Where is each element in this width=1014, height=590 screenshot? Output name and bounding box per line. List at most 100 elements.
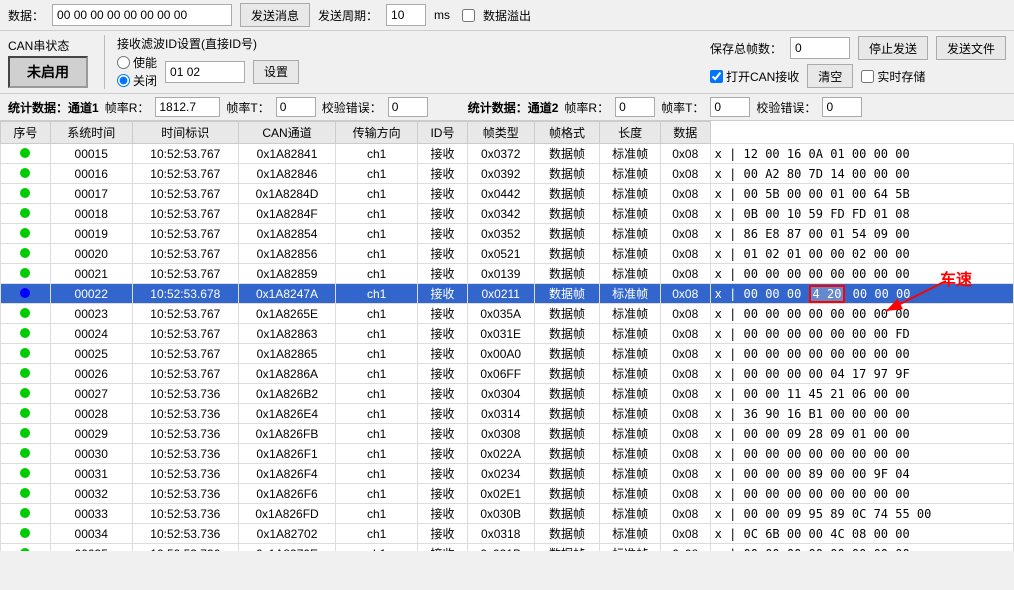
table-body[interactable]: 0001510:52:53.7670x1A82841ch1接收0x0372数据帧…: [1, 144, 1014, 552]
cell-长度: 标准帧: [600, 324, 660, 344]
table-row[interactable]: 0001910:52:53.7670x1A82854ch1接收0x0352数据帧…: [1, 224, 1014, 244]
cell-数据: 0x08: [660, 204, 710, 224]
col-header-系统时间: 系统时间: [50, 122, 132, 144]
table-row[interactable]: 0002910:52:53.7360x1A826FBch1接收0x0308数据帧…: [1, 424, 1014, 444]
send-period-unit: ms: [434, 8, 450, 22]
status-dot: [20, 288, 30, 298]
cell-data: x | 86 E8 87 00 01 54 09 00: [710, 224, 1013, 244]
cell-帧格式: 数据帧: [534, 504, 600, 524]
cell-系统时间: 00016: [50, 164, 132, 184]
cell-长度: 标准帧: [600, 504, 660, 524]
send-data-input[interactable]: [52, 4, 232, 26]
cell-CAN通道: 0x1A82863: [238, 324, 335, 344]
cell-系统时间: 00024: [50, 324, 132, 344]
stats1-error-label: 校验错误：: [322, 99, 382, 116]
cell-数据: 0x08: [660, 484, 710, 504]
cell-数据: 0x08: [660, 364, 710, 384]
table-row[interactable]: 0003210:52:53.7360x1A826F6ch1接收0x02E1数据帧…: [1, 484, 1014, 504]
cell-ID号: 接收: [418, 144, 468, 164]
cell-长度: 标准帧: [600, 184, 660, 204]
table-row[interactable]: 0001610:52:53.7670x1A82846ch1接收0x0392数据帧…: [1, 164, 1014, 184]
table-row[interactable]: 0002410:52:53.7670x1A82863ch1接收0x031E数据帧…: [1, 324, 1014, 344]
cell-数据: 0x08: [660, 504, 710, 524]
filter-enable-label[interactable]: 使能: [117, 54, 157, 71]
cell-传输方向: ch1: [336, 264, 418, 284]
stats2-frame-r-value: [615, 97, 655, 117]
cell-data: x | 00 00 00 00 04 17 97 9F: [710, 364, 1013, 384]
table-row[interactable]: 0003110:52:53.7360x1A826F4ch1接收0x0234数据帧…: [1, 464, 1014, 484]
table-row[interactable]: 0003310:52:53.7360x1A826FDch1接收0x030B数据帧…: [1, 504, 1014, 524]
send-file-btn[interactable]: 发送文件: [936, 36, 1006, 60]
cell-帧类型: 0x0392: [467, 164, 534, 184]
cell-长度: 标准帧: [600, 404, 660, 424]
cell-长度: 标准帧: [600, 464, 660, 484]
cell-长度: 标准帧: [600, 544, 660, 552]
filter-enable-radio[interactable]: [117, 56, 130, 69]
cell-系统时间: 00032: [50, 484, 132, 504]
cell-data: x | 0C 6B 00 00 4C 08 00 00: [710, 524, 1013, 544]
send-message-btn[interactable]: 发送消息: [240, 3, 310, 27]
table-row[interactable]: 0002110:52:53.7670x1A82859ch1接收0x0139数据帧…: [1, 264, 1014, 284]
cell-ID号: 接收: [418, 544, 468, 552]
table-row[interactable]: 0002810:52:53.7360x1A826E4ch1接收0x0314数据帧…: [1, 404, 1014, 424]
table-row[interactable]: 0002310:52:53.7670x1A8265Ech1接收0x035A数据帧…: [1, 304, 1014, 324]
table-row[interactable]: 0002210:52:53.6780x1A8247Ach1接收0x0211数据帧…: [1, 284, 1014, 304]
cell-ID号: 接收: [418, 324, 468, 344]
cell-data: x | 36 90 16 B1 00 00 00 00: [710, 404, 1013, 424]
cell-系统时间: 00015: [50, 144, 132, 164]
data-overflow-checkbox[interactable]: [462, 9, 475, 22]
table-row[interactable]: 0002510:52:53.7670x1A82865ch1接收0x00A0数据帧…: [1, 344, 1014, 364]
cell-CAN通道: 0x1A8284D: [238, 184, 335, 204]
cell-ID号: 接收: [418, 224, 468, 244]
table-row[interactable]: 0002010:52:53.7670x1A82856ch1接收0x0521数据帧…: [1, 244, 1014, 264]
cell-传输方向: ch1: [336, 364, 418, 384]
cell-ID号: 接收: [418, 204, 468, 224]
cell-CAN通道: 0x1A826E4: [238, 404, 335, 424]
cell-ID号: 接收: [418, 484, 468, 504]
cell-传输方向: ch1: [336, 544, 418, 552]
table-row[interactable]: 0003510:52:53.7360x1A8270Ech1接收0x031B数据帧…: [1, 544, 1014, 552]
cell-时间标识: 10:52:53.736: [132, 444, 238, 464]
cell-数据: 0x08: [660, 544, 710, 552]
cell-data: x | 00 00 00 00 00 00 00 00: [710, 544, 1013, 552]
open-can-recv-label[interactable]: 打开CAN接收: [710, 68, 799, 85]
filter-id-input[interactable]: [165, 61, 245, 83]
realtime-save-checkbox[interactable]: [861, 70, 874, 83]
cell-ID号: 接收: [418, 364, 468, 384]
cell-CAN通道: 0x1A82854: [238, 224, 335, 244]
col-header-ID号: ID号: [418, 122, 468, 144]
table-row[interactable]: 0002610:52:53.7670x1A8286Ach1接收0x06FF数据帧…: [1, 364, 1014, 384]
table-row[interactable]: 0003010:52:53.7360x1A826F1ch1接收0x022A数据帧…: [1, 444, 1014, 464]
cell-系统时间: 00034: [50, 524, 132, 544]
table-row[interactable]: 0001510:52:53.7670x1A82841ch1接收0x0372数据帧…: [1, 144, 1014, 164]
realtime-save-label[interactable]: 实时存储: [861, 68, 925, 85]
filter-title: 接收滤波ID设置(直接ID号): [117, 35, 299, 52]
status-dot: [20, 388, 30, 398]
clear-btn[interactable]: 清空: [807, 64, 853, 88]
stop-send-btn[interactable]: 停止发送: [858, 36, 928, 60]
table-row[interactable]: 0001810:52:53.7670x1A8284Fch1接收0x0342数据帧…: [1, 204, 1014, 224]
filter-set-btn[interactable]: 设置: [253, 60, 299, 84]
table-header: 序号系统时间时间标识CAN通道传输方向ID号帧类型帧格式长度数据: [1, 122, 1014, 144]
cell-数据: 0x08: [660, 404, 710, 424]
stats1-error-value: [388, 97, 428, 117]
stats2-frame-r-label: 帧率R：: [564, 99, 609, 116]
table-row[interactable]: 0002710:52:53.7360x1A826B2ch1接收0x0304数据帧…: [1, 384, 1014, 404]
send-period-input[interactable]: [386, 4, 426, 26]
can-status-btn[interactable]: 未启用: [8, 56, 88, 88]
table-container[interactable]: 序号系统时间时间标识CAN通道传输方向ID号帧类型帧格式长度数据 0001510…: [0, 121, 1014, 551]
cell-data: x | 00 A2 80 7D 14 00 00 00: [710, 164, 1013, 184]
cell-CAN通道: 0x1A826FD: [238, 504, 335, 524]
cell-帧格式: 数据帧: [534, 424, 600, 444]
cell-帧类型: 0x0318: [467, 524, 534, 544]
table-row[interactable]: 0003410:52:53.7360x1A82702ch1接收0x0318数据帧…: [1, 524, 1014, 544]
open-can-recv-checkbox[interactable]: [710, 70, 723, 83]
filter-close-label[interactable]: 关闭: [117, 72, 157, 89]
filter-close-radio[interactable]: [117, 74, 130, 87]
table-row[interactable]: 0001710:52:53.7670x1A8284Dch1接收0x0442数据帧…: [1, 184, 1014, 204]
cell-传输方向: ch1: [336, 204, 418, 224]
cell-帧类型: 0x035A: [467, 304, 534, 324]
cell-系统时间: 00029: [50, 424, 132, 444]
save-total-input[interactable]: [790, 37, 850, 59]
col-header-帧类型: 帧类型: [467, 122, 534, 144]
